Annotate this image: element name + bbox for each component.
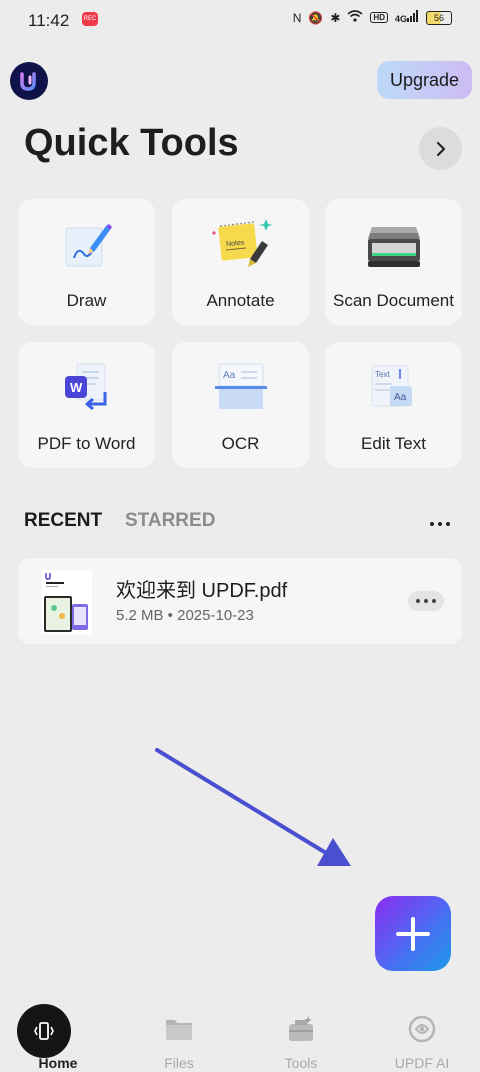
edit-text-icon: Text Aa [325,356,462,420]
scanner-icon [325,213,462,277]
mute-icon: 🔕 [308,10,324,25]
bottom-nav: Home Files Tools UPDF AI [0,1005,480,1072]
ocr-sample-text: Aa [223,370,236,381]
tab-recent[interactable]: RECENT [24,510,102,532]
tool-label: PDF to Word [37,434,136,453]
list-item[interactable]: 欢迎来到 UPDF.pdf 5.2 MB • 2025-10-23 [18,558,462,644]
pdf-to-word-icon: W [18,356,155,420]
network-label: 4G [394,14,407,24]
tool-label: Draw [66,291,107,310]
nav-label: Tools [284,1055,318,1071]
wifi-icon [347,10,363,25]
nav-updf-ai[interactable]: UPDF AI [372,1013,472,1071]
nav-tools[interactable]: Tools [251,1013,351,1071]
tool-label: OCR [221,434,260,453]
tool-label: Scan Document [333,291,454,310]
annotate-icon: Notes [172,213,309,277]
file-meta: 5.2 MB • 2025-10-23 [116,607,254,624]
status-bar: 11:42 REC N 🔕 ✱ HD 4G 56 [0,0,480,40]
tool-pdf-to-word[interactable]: W PDF to Word [18,342,155,468]
folder-icon [129,1013,229,1045]
tab-starred[interactable]: STARRED [125,510,215,532]
tool-ocr[interactable]: Aa OCR [172,342,309,468]
updf-logo-icon[interactable] [10,62,48,100]
tool-scan-document[interactable]: Scan Document [325,199,462,325]
upgrade-button[interactable]: Upgrade [377,61,472,99]
floating-screen-button[interactable] [17,1004,71,1058]
tool-draw[interactable]: Draw [18,199,155,325]
screen-rotate-icon [34,1022,54,1040]
nfc-icon: N [292,10,302,25]
file-thumbnail [42,570,92,634]
add-button[interactable] [375,896,451,971]
draw-icon [18,213,155,277]
more-options-button[interactable] [430,522,450,526]
signal-icon: 4G [395,10,419,25]
plus-icon [396,916,430,951]
bluetooth-icon: ✱ [330,10,341,25]
ocr-icon: Aa [172,356,309,420]
tool-label: Edit Text [361,434,426,453]
ai-icon [372,1013,472,1045]
battery-level: 56 [433,12,444,23]
nav-label: Files [164,1055,194,1071]
status-icons: N 🔕 ✱ HD 4G 56 [293,10,452,25]
nav-files[interactable]: Files [129,1013,229,1071]
tool-annotate[interactable]: Notes Annotate [172,199,309,325]
battery-icon: 56 [426,10,452,25]
page-title: Quick Tools [24,122,239,164]
tool-label: Annotate [206,291,275,310]
nav-label: UPDF AI [394,1055,450,1071]
toolbox-icon [251,1013,351,1045]
tool-edit-text[interactable]: Text Aa Edit Text [325,342,462,468]
chevron-right-icon [436,141,445,156]
quick-tools-more-button[interactable] [419,127,462,170]
recording-badge: REC [82,12,98,26]
status-time: 11:42 [28,11,70,30]
file-name: 欢迎来到 UPDF.pdf [116,580,288,602]
file-more-button[interactable] [408,591,444,611]
hd-badge: HD [370,12,388,23]
word-letter: W [70,380,83,395]
edit-text-sample: Text [375,370,390,379]
edit-text-sample-2: Aa [394,392,407,403]
